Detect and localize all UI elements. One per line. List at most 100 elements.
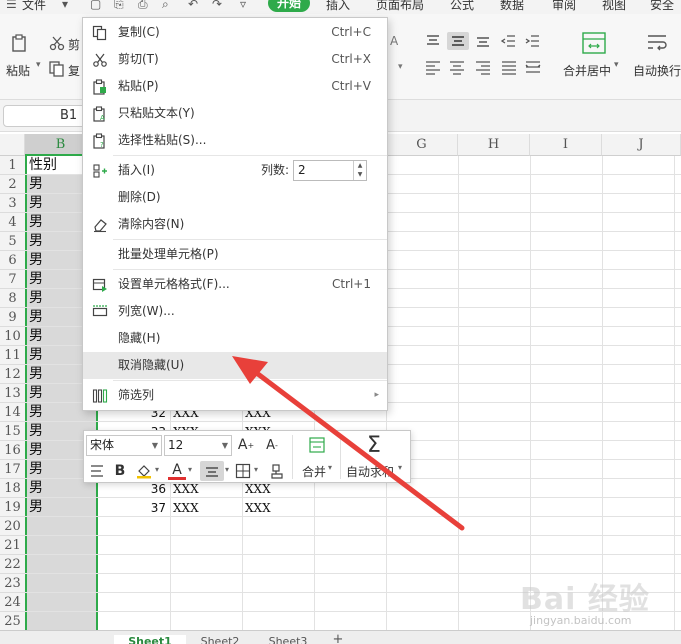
paste-icon[interactable]: [10, 34, 28, 52]
print-icon[interactable]: ⎙: [138, 0, 148, 12]
row-header[interactable]: 6: [0, 251, 25, 270]
indent-decrease-icon[interactable]: [500, 32, 518, 50]
tab-data[interactable]: 数据: [500, 0, 524, 13]
row-header[interactable]: 12: [0, 365, 25, 384]
menu-item-hide[interactable]: 隐藏(H): [83, 325, 387, 352]
row-header[interactable]: 15: [0, 422, 25, 441]
menu-item-cut[interactable]: 剪切(T) Ctrl+X: [83, 46, 387, 73]
row-header[interactable]: 13: [0, 384, 25, 403]
align-bottom-icon[interactable]: [474, 32, 492, 50]
menu-item-insert[interactable]: 插入(I) 列数: 2 ▲ ▼: [83, 157, 387, 184]
row-header[interactable]: 21: [0, 536, 25, 555]
copy-icon[interactable]: [48, 60, 66, 78]
font-grow-icon[interactable]: A: [390, 34, 398, 48]
font-name-select[interactable]: 宋体 ▼: [86, 435, 162, 456]
row-header[interactable]: 11: [0, 346, 25, 365]
font-shrink-icon[interactable]: A-: [262, 435, 282, 455]
chevron-down-icon[interactable]: ▾: [62, 0, 68, 11]
menu-item-column-width[interactable]: 列宽(W)...: [83, 298, 387, 325]
sum-icon[interactable]: Σ: [362, 433, 386, 458]
row-header[interactable]: 23: [0, 574, 25, 593]
column-header-g[interactable]: G: [386, 134, 458, 156]
cell-row19-num[interactable]: 37: [98, 499, 168, 518]
border-icon[interactable]: [234, 462, 252, 480]
chevron-down-icon[interactable]: ▾: [155, 465, 159, 474]
chevron-down-icon[interactable]: ▾: [254, 465, 258, 474]
row-header[interactable]: 24: [0, 593, 25, 612]
column-header-j[interactable]: J: [602, 134, 681, 156]
column-header-h[interactable]: H: [458, 134, 530, 156]
save-icon[interactable]: ▢: [90, 0, 101, 11]
chevron-down-icon[interactable]: ▾: [398, 463, 402, 472]
row-header[interactable]: 2: [0, 175, 25, 194]
tab-start[interactable]: 开始: [268, 0, 310, 12]
export-icon[interactable]: ⎘: [114, 0, 124, 12]
menu-item-copy[interactable]: 复制(C) Ctrl+C: [83, 19, 387, 46]
menu-item-paste[interactable]: 粘贴(P) Ctrl+V: [83, 73, 387, 100]
tab-security[interactable]: 安全: [650, 0, 674, 13]
font-color-icon[interactable]: A: [168, 462, 186, 480]
column-header-i[interactable]: I: [530, 134, 602, 156]
more-icon[interactable]: ▿: [240, 0, 246, 11]
tab-formula[interactable]: 公式: [450, 0, 474, 13]
chevron-down-icon[interactable]: ▾: [328, 463, 332, 472]
sheet-tab-3[interactable]: Sheet3: [256, 635, 320, 644]
wrap-text-icon[interactable]: [88, 462, 106, 480]
merge-center-button[interactable]: 合并居中: [563, 62, 611, 79]
cell-row19-c1[interactable]: XXX: [171, 499, 241, 518]
cell-row19-c2[interactable]: XXX: [243, 499, 313, 518]
chevron-down-icon[interactable]: ▾: [36, 60, 41, 70]
cut-button[interactable]: 剪: [68, 36, 80, 53]
menu-item-clear-content[interactable]: 清除内容(N): [83, 211, 387, 238]
row-header[interactable]: 20: [0, 517, 25, 536]
distribute-icon[interactable]: [524, 58, 542, 76]
merge-button[interactable]: 合并: [302, 463, 326, 480]
row-header[interactable]: 7: [0, 270, 25, 289]
menu-item-unhide[interactable]: 取消隐藏(U): [83, 352, 387, 379]
indent-increase-icon[interactable]: [524, 32, 542, 50]
align-center-icon[interactable]: [200, 461, 224, 481]
row-header[interactable]: 10: [0, 327, 25, 346]
row-header[interactable]: 22: [0, 555, 25, 574]
tab-review[interactable]: 审阅: [552, 0, 576, 13]
row-header[interactable]: 25: [0, 612, 25, 630]
wrap-text-icon[interactable]: [645, 32, 669, 54]
scissors-icon[interactable]: [48, 34, 66, 52]
menu-item-format-cells[interactable]: 设置单元格格式(F)... Ctrl+1: [83, 271, 387, 298]
row-header[interactable]: 5: [0, 232, 25, 251]
chevron-down-icon[interactable]: ▾: [188, 465, 192, 474]
row-header[interactable]: 9: [0, 308, 25, 327]
preview-icon[interactable]: ⌕: [162, 0, 169, 12]
paste-button[interactable]: 粘贴: [6, 62, 30, 79]
align-middle-icon[interactable]: [447, 32, 469, 50]
column-count-input[interactable]: 2 ▲ ▼: [293, 160, 367, 181]
menu-item-delete[interactable]: 删除(D): [83, 184, 387, 211]
row-header[interactable]: 1: [0, 156, 25, 175]
row-header[interactable]: 16: [0, 441, 25, 460]
hamburger-icon[interactable]: ☰: [6, 0, 17, 11]
row-header[interactable]: 8: [0, 289, 25, 308]
row-header[interactable]: 19: [0, 498, 25, 517]
align-center-icon[interactable]: [448, 58, 466, 76]
copy-button[interactable]: 复: [68, 62, 80, 79]
menu-item-paste-special[interactable]: ? 选择性粘贴(S)...: [83, 127, 387, 154]
sheet-tab-1[interactable]: Sheet1: [114, 635, 186, 644]
cell-b[interactable]: 男: [27, 498, 97, 517]
align-right-icon[interactable]: [474, 58, 492, 76]
select-all-corner[interactable]: [0, 134, 25, 156]
undo-icon[interactable]: ↶: [188, 0, 198, 11]
menu-file[interactable]: 文件: [22, 0, 46, 13]
menu-item-batch-cells[interactable]: 批量处理单元格(P): [83, 241, 387, 268]
chevron-down-icon[interactable]: ▾: [225, 465, 229, 474]
tab-view[interactable]: 视图: [602, 0, 626, 13]
merge-icon[interactable]: [306, 435, 328, 455]
format-painter-icon[interactable]: [268, 462, 286, 480]
auto-sum-button[interactable]: 自动求和: [346, 463, 394, 480]
merge-center-icon[interactable]: [582, 32, 606, 54]
tab-page-layout[interactable]: 页面布局: [376, 0, 424, 13]
wrap-text-button[interactable]: 自动换行: [633, 62, 681, 79]
row-header[interactable]: 18: [0, 479, 25, 498]
fill-color-icon[interactable]: [134, 462, 154, 480]
column-count-spinner[interactable]: ▲ ▼: [353, 161, 366, 180]
chevron-down-icon[interactable]: ▾: [614, 60, 619, 70]
